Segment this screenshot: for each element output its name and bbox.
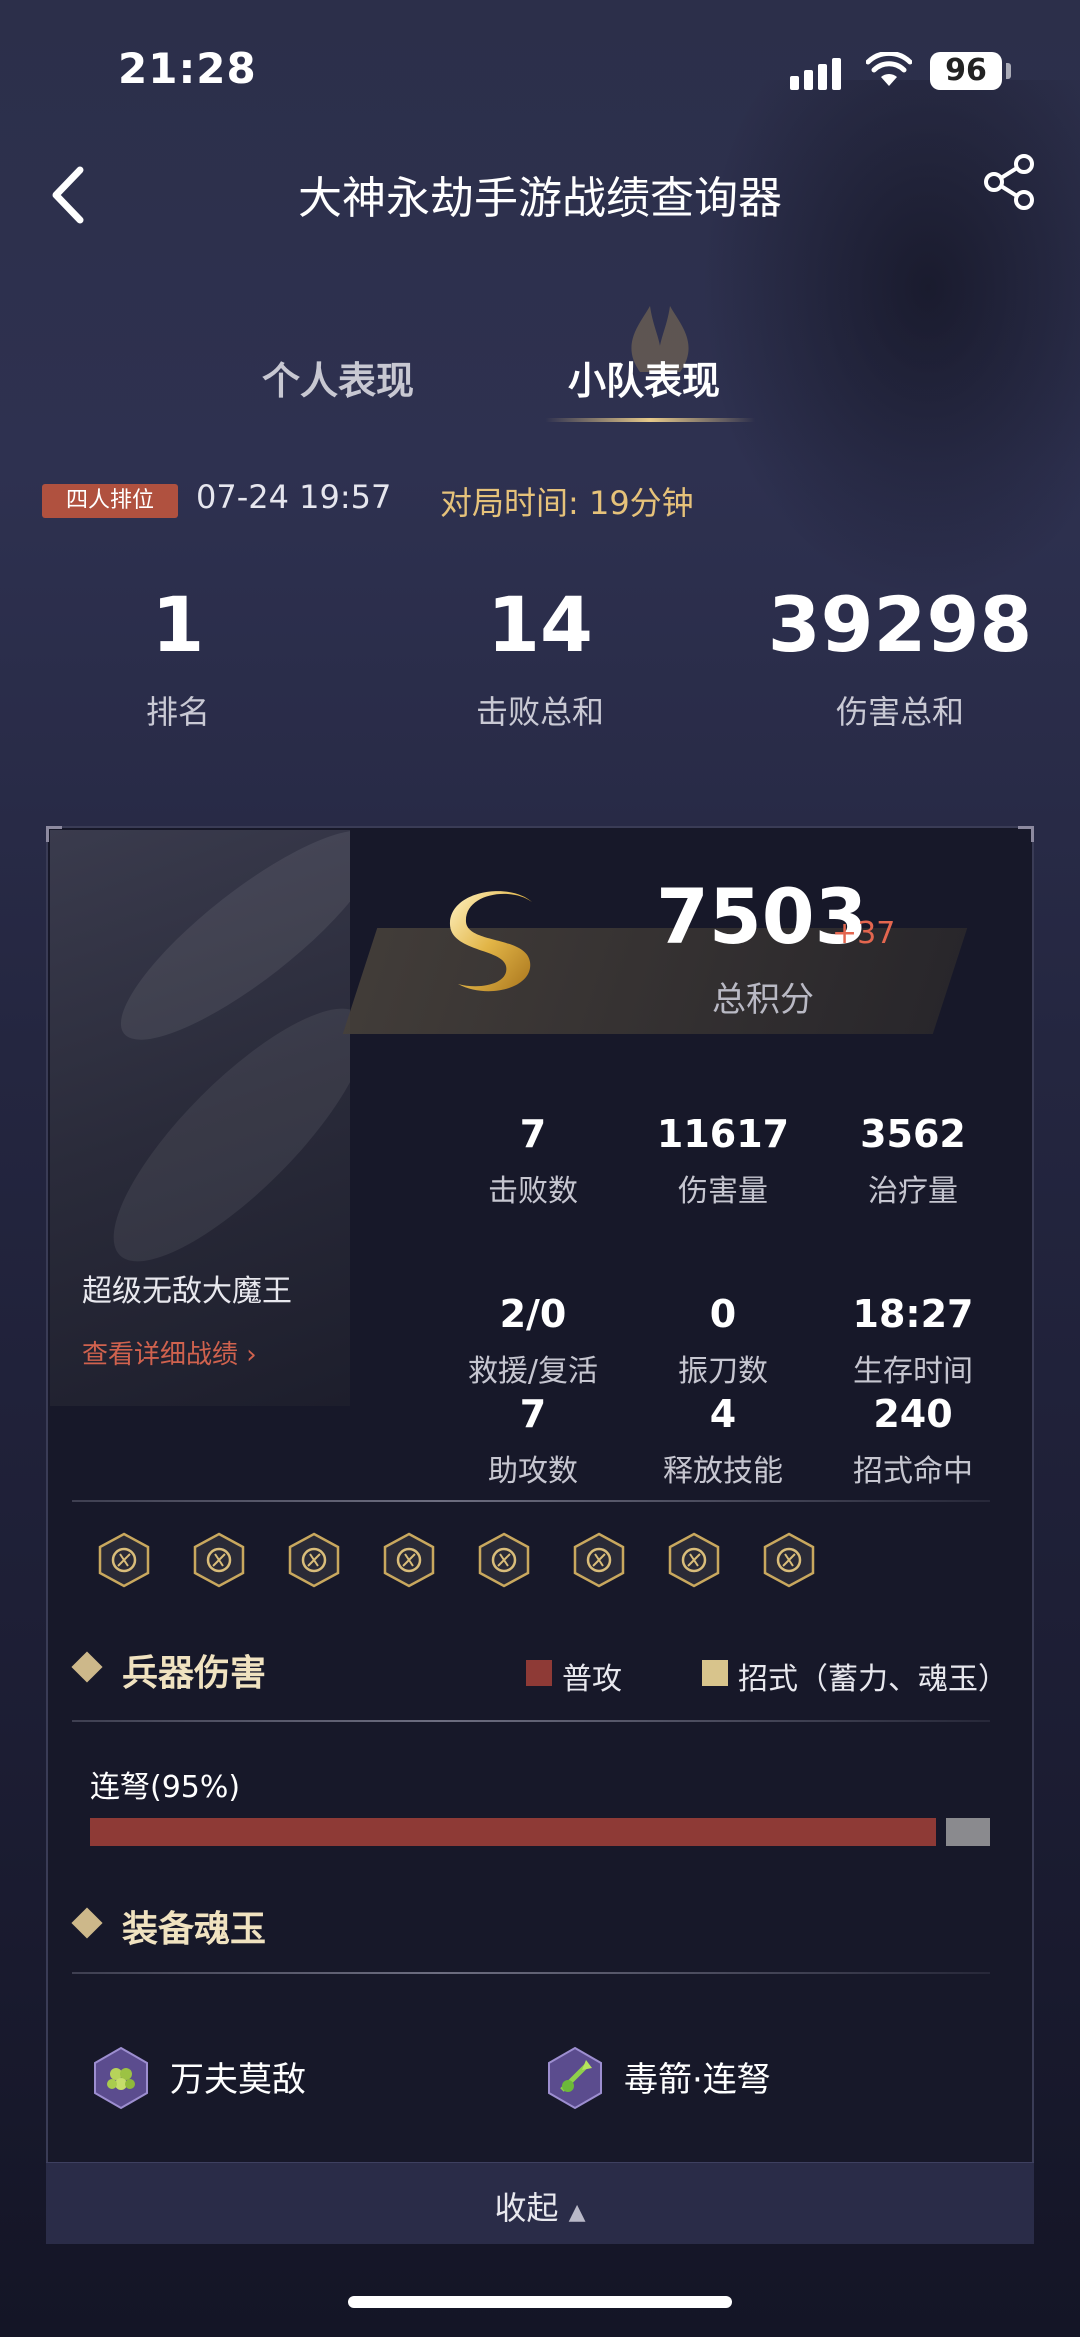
stat-skills-used: 4 释放技能 <box>628 1392 818 1490</box>
stat-rescue: 2/0 救援/复活 <box>438 1292 628 1390</box>
chevron-right-icon: › <box>246 1340 257 1370</box>
stat-survival: 18:27 生存时间 <box>818 1292 1008 1390</box>
rune-icon <box>478 1532 530 1588</box>
flower-icon <box>668 1532 720 1588</box>
battery-icon: 96 <box>930 52 1002 90</box>
stat-value: 240 <box>873 1392 953 1436</box>
bar-skill-segment <box>946 1818 990 1846</box>
match-datetime: 07-24 19:57 <box>196 478 392 516</box>
boot-icon <box>763 1532 815 1588</box>
cellular-signal-icon <box>790 58 841 90</box>
stat-damage: 11617 伤害量 <box>628 1112 818 1210</box>
status-time: 21:28 <box>118 44 257 93</box>
poison-arrow-icon <box>548 2046 602 2110</box>
page-title: 大神永劫手游战绩查询器 <box>298 173 782 224</box>
divider <box>72 1972 990 1974</box>
stat-kills: 7 击败数 <box>438 1112 628 1210</box>
gate-icon <box>288 1532 340 1588</box>
summary-damage: 39298 伤害总和 <box>750 580 1050 733</box>
stat-value: 7 <box>519 1112 547 1156</box>
bar-normal-segment <box>90 1818 936 1846</box>
soul-jade-name: 万夫莫敌 <box>170 2060 306 2100</box>
total-score-label: 总积分 <box>712 980 814 1020</box>
demon-mask-icon <box>98 1532 150 1588</box>
match-duration: 对局时间: 19分钟 <box>440 484 694 522</box>
home-indicator[interactable] <box>348 2296 732 2308</box>
stat-value: 11617 <box>656 1112 790 1156</box>
rank-s-icon <box>449 891 532 992</box>
stat-value: 0 <box>709 1292 737 1336</box>
collapse-button[interactable]: 收起 ▲ <box>46 2162 1034 2244</box>
legend-skill-label: 招式（蓄力、魂玉） <box>738 1662 1008 1697</box>
detail-stats-link[interactable]: 查看详细战绩 › <box>82 1334 257 1371</box>
crescent-blade-icon <box>383 1532 435 1588</box>
stat-value: 4 <box>709 1392 737 1436</box>
mode-badge: 四人排位 <box>42 484 178 518</box>
stat-label: 救援/复活 <box>467 1354 599 1389</box>
detail-link-label: 查看详细战绩 <box>82 1340 239 1370</box>
collapse-label-wrap: 收起 ▲ <box>46 2183 1034 2229</box>
player-name: 超级无敌大魔王 <box>82 1274 292 1309</box>
weapon-damage-title: 兵器伤害 <box>122 1652 267 1694</box>
stat-label: 招式命中 <box>853 1454 973 1489</box>
stat-label: 振刀数 <box>678 1354 768 1389</box>
stat-value: 3562 <box>860 1112 966 1156</box>
stat-label: 生存时间 <box>853 1354 973 1389</box>
stat-value: 2/0 <box>499 1292 567 1336</box>
summary-value: 1 <box>151 580 205 669</box>
dragon-icon <box>193 1532 245 1588</box>
stat-value: 18:27 <box>852 1292 974 1336</box>
soul-jade-name: 毒箭·连弩 <box>624 2060 771 2100</box>
stat-healing: 3562 治疗量 <box>818 1112 1008 1210</box>
divider <box>72 1500 990 1502</box>
character-portrait <box>50 830 350 1406</box>
status-bar: 21:28 96 <box>0 0 1080 130</box>
stat-label: 击败数 <box>488 1174 578 1209</box>
summary-label: 排名 <box>145 693 210 731</box>
summary-label: 击败总和 <box>475 693 604 731</box>
summary-value: 14 <box>487 580 593 669</box>
tab-team[interactable]: 小队表现 <box>568 350 720 405</box>
stat-parry: 0 振刀数 <box>628 1292 818 1390</box>
stat-label: 助攻数 <box>488 1454 578 1489</box>
stat-assists: 7 助攻数 <box>438 1392 628 1490</box>
stat-value: 7 <box>519 1392 547 1436</box>
active-tab-indicator <box>545 418 755 422</box>
stat-label: 伤害量 <box>678 1174 768 1209</box>
card-corner <box>1018 826 1034 842</box>
summary-label: 伤害总和 <box>835 693 964 731</box>
stat-label: 释放技能 <box>663 1454 783 1489</box>
legend-swatch-skill <box>702 1660 728 1686</box>
weapon-damage-bar <box>90 1818 990 1846</box>
tab-personal[interactable]: 个人表现 <box>262 350 414 405</box>
share-icon[interactable] <box>980 152 1040 212</box>
chevron-up-icon: ▲ <box>568 2200 586 2225</box>
summary-value: 39298 <box>767 580 1033 669</box>
battery-tip <box>1006 63 1011 79</box>
legend-swatch-normal <box>526 1660 552 1686</box>
stat-label: 治疗量 <box>868 1174 958 1209</box>
summary-kills: 14 击败总和 <box>390 580 690 733</box>
score-delta: +37 <box>832 916 896 951</box>
weapon-name: 连弩(95%) <box>90 1770 241 1805</box>
soul-jade-title: 装备魂玉 <box>122 1908 267 1950</box>
collapse-label: 收起 <box>494 2189 559 2227</box>
stat-hits: 240 招式命中 <box>818 1392 1008 1490</box>
divider <box>72 1720 990 1722</box>
grape-cluster-icon <box>94 2046 148 2110</box>
summary-rank: 1 排名 <box>28 580 328 733</box>
bow-icon <box>573 1532 625 1588</box>
wifi-icon <box>866 52 912 86</box>
legend-normal-label: 普攻 <box>562 1662 622 1697</box>
